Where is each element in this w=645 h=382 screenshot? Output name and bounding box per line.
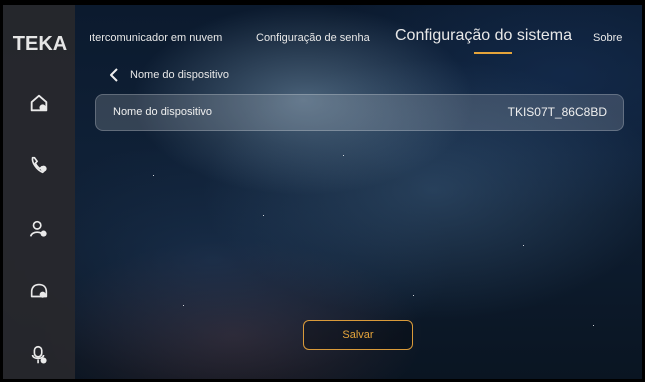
chevron-left-icon <box>110 68 118 82</box>
star <box>183 305 184 306</box>
sidebar-item-users[interactable] <box>21 211 57 247</box>
tab-cloud-intercom[interactable]: ıtercomunicador em nuvem <box>89 32 222 44</box>
tab-password-settings[interactable]: Configuração de senha <box>256 32 370 44</box>
star <box>263 215 264 216</box>
back-button[interactable]: Nome do dispositivo <box>108 68 229 82</box>
sidebar-item-home[interactable] <box>21 85 57 121</box>
page-title: Nome do dispositivo <box>130 69 230 81</box>
star <box>523 245 524 246</box>
tab-system-settings[interactable]: Configuração do sistema <box>395 27 572 45</box>
star <box>413 295 414 296</box>
app-screen: TEKA ıtercomunicador em nuvem Configuraç… <box>3 5 642 379</box>
star <box>343 155 344 156</box>
call-icon <box>31 156 47 174</box>
device-name-row[interactable]: Nome do dispositivo TKIS07T_86C8BD <box>95 94 624 131</box>
sidebar: TEKA <box>3 5 75 379</box>
tab-about[interactable]: Sobre <box>593 32 622 44</box>
home-icon <box>30 94 48 112</box>
users-icon <box>29 220 47 237</box>
monitor-icon <box>30 283 48 298</box>
device-name-label: Nome do dispositivo <box>113 106 213 118</box>
star <box>153 175 154 176</box>
sidebar-item-settings[interactable] <box>21 337 57 373</box>
active-tab-indicator <box>474 52 512 54</box>
save-button[interactable]: Salvar <box>303 320 413 350</box>
settings-user-icon <box>31 345 47 364</box>
teka-logo: TEKA <box>12 33 68 55</box>
device-name-value: TKIS07T_86C8BD <box>507 105 607 119</box>
star <box>593 325 594 326</box>
sidebar-item-calls[interactable] <box>21 147 57 183</box>
sidebar-item-monitor[interactable] <box>21 273 57 309</box>
